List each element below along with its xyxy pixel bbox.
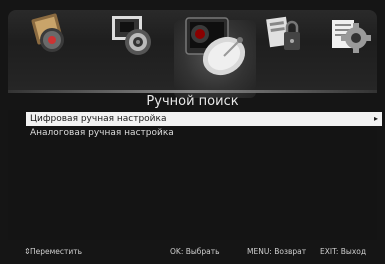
menu-list: Цифровая ручная настройка ▸ Аналоговая р…	[26, 112, 382, 140]
hint-move: Переместить	[30, 247, 83, 256]
channel-dish-icon[interactable]	[176, 10, 256, 84]
footer-hints: ⇕ Переместить OK: Выбрать MENU: Возврат …	[8, 246, 377, 258]
header-divider	[8, 90, 377, 93]
picture-icon[interactable]	[26, 10, 74, 58]
lock-icon[interactable]	[262, 10, 306, 60]
page-title: Ручной поиск	[146, 94, 239, 109]
menu-item-label: Цифровая ручная настройка	[30, 114, 167, 124]
image-icon[interactable]	[106, 10, 158, 58]
menu-item-digital-manual-tuning[interactable]: Цифровая ручная настройка ▸	[26, 112, 382, 126]
top-menu-bar	[8, 10, 377, 98]
tv-menu-screen: Ручной поиск Цифровая ручная настройка ▸…	[0, 0, 385, 264]
gear-icon[interactable]	[328, 10, 372, 60]
hint-ok: OK: Выбрать	[170, 247, 220, 256]
arrow-right-icon: ▸	[373, 114, 378, 123]
hint-exit: EXIT: Выход	[320, 247, 367, 256]
menu-item-label: Аналоговая ручная настройка	[30, 128, 174, 138]
hint-menu: MENU: Возврат	[247, 247, 307, 256]
menu-item-analog-manual-tuning[interactable]: Аналоговая ручная настройка	[26, 126, 382, 140]
